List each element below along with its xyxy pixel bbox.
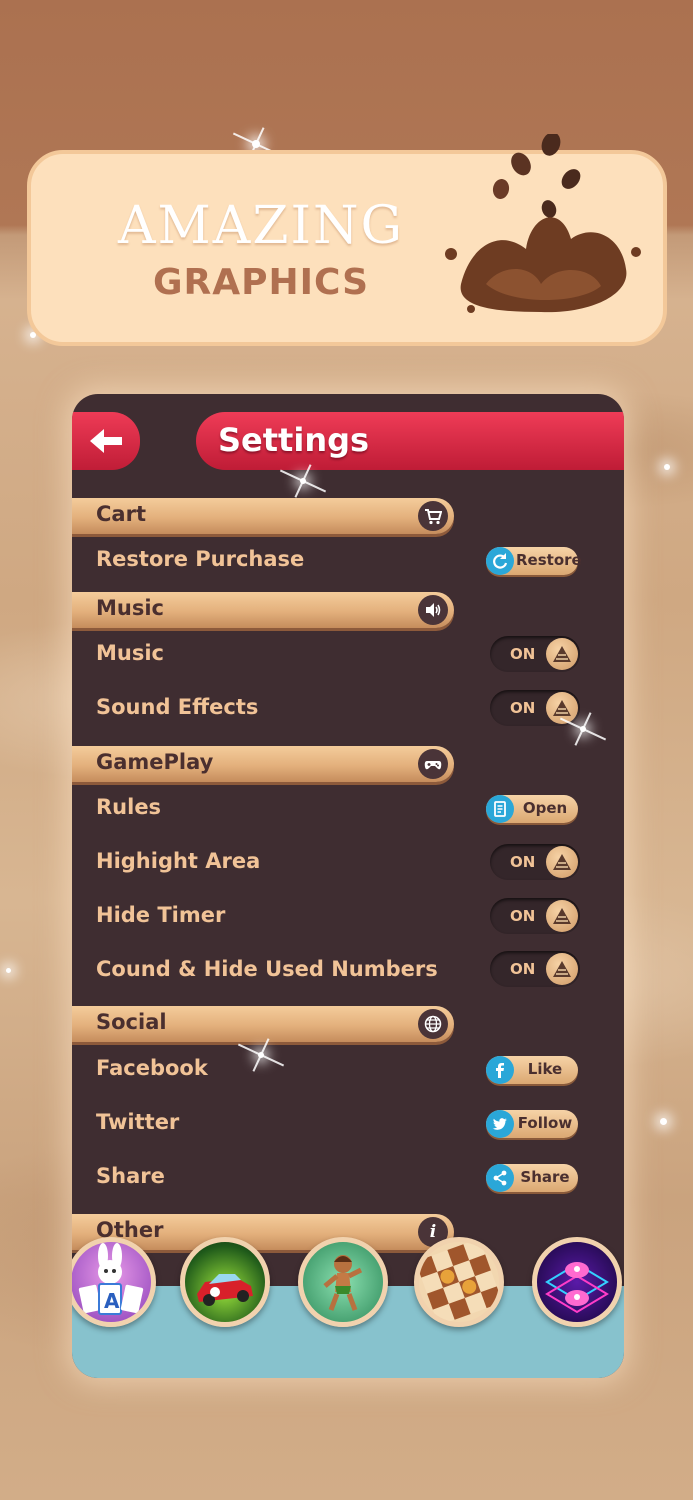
toggle-knob <box>546 900 578 932</box>
toggle-state: ON <box>510 645 536 663</box>
toggle-state: ON <box>510 853 536 871</box>
section-music: Music <box>72 592 454 628</box>
hide-used-numbers-label: Cound & Hide Used Numbers <box>96 957 438 981</box>
gamepad-icon <box>418 749 448 779</box>
checker-board-icon <box>419 1242 499 1322</box>
banner-subtitle: GRAPHICS <box>152 262 370 303</box>
restore-button[interactable]: Restore <box>486 547 582 575</box>
refresh-icon <box>486 547 514 575</box>
sound-effects-label: Sound Effects <box>96 695 259 719</box>
share-label: Share <box>96 1164 165 1188</box>
banner-title: AMAZING <box>117 196 405 256</box>
hide-timer-toggle[interactable]: ON <box>490 898 580 934</box>
section-label: Music <box>96 596 164 620</box>
facebook-label: Facebook <box>96 1056 208 1080</box>
svg-text:A: A <box>104 1289 120 1313</box>
sparkle <box>6 968 11 973</box>
hide-timer-label: Hide Timer <box>96 903 226 927</box>
arrow-left-icon <box>90 429 122 453</box>
restore-purchase-label: Restore Purchase <box>96 547 305 571</box>
sparkle <box>580 726 586 732</box>
like-button-label: Like <box>527 1060 563 1078</box>
games-carousel: A <box>72 1234 624 1334</box>
highlight-area-label: Highight Area <box>96 849 261 873</box>
music-toggle[interactable]: ON <box>490 636 580 672</box>
sparkle <box>660 1118 667 1125</box>
title-bar: Settings <box>196 412 624 470</box>
twitter-label: Twitter <box>96 1110 180 1134</box>
facebook-icon <box>486 1056 514 1084</box>
hide-used-numbers-toggle[interactable]: ON <box>490 951 580 987</box>
section-cart: Cart <box>72 498 454 534</box>
restore-button-label: Restore <box>516 551 582 569</box>
twitter-icon <box>486 1110 514 1138</box>
race-car-icon <box>197 1274 253 1306</box>
section-gameplay: GamePlay <box>72 746 454 782</box>
section-social: Social <box>72 1006 454 1042</box>
bunny-cards-icon: A <box>78 1243 144 1315</box>
sparkle <box>300 478 306 484</box>
toggle-knob <box>546 846 578 878</box>
jungle-boy-icon <box>323 1255 363 1311</box>
monster-icon <box>545 1262 609 1314</box>
document-icon <box>486 795 514 823</box>
game-race-car[interactable] <box>180 1237 270 1327</box>
sparkle <box>252 140 260 148</box>
section-label: GamePlay <box>96 750 214 774</box>
sparkle <box>258 1052 264 1058</box>
promo-banner: AMAZING GRAPHICS <box>27 134 667 346</box>
settings-panel: Settings Cart Restore Purchase Restore M… <box>72 394 624 1378</box>
toggle-knob <box>546 953 578 985</box>
toggle-state: ON <box>510 699 536 717</box>
music-label: Music <box>96 641 164 665</box>
share-button[interactable]: Share <box>486 1164 578 1192</box>
rules-label: Rules <box>96 795 162 819</box>
facebook-like-button[interactable]: Like <box>486 1056 578 1084</box>
twitter-follow-button[interactable]: Follow <box>486 1110 578 1138</box>
chocolate-splash-icon <box>445 134 641 313</box>
section-label: Social <box>96 1010 167 1034</box>
back-button[interactable] <box>72 412 140 470</box>
open-button-label: Open <box>522 799 568 817</box>
page-title: Settings <box>218 421 370 459</box>
share-icon <box>486 1164 514 1192</box>
toggle-state: ON <box>510 907 536 925</box>
game-checkers[interactable] <box>414 1237 504 1327</box>
game-jungle-runner[interactable] <box>298 1237 388 1327</box>
follow-button-label: Follow <box>517 1114 573 1132</box>
globe-icon <box>418 1009 448 1039</box>
game-bunny-solitaire[interactable]: A <box>72 1237 156 1327</box>
toggle-knob <box>546 638 578 670</box>
cart-icon <box>418 501 448 531</box>
toggle-state: ON <box>510 960 536 978</box>
section-label: Cart <box>96 502 146 526</box>
sparkle <box>664 464 670 470</box>
highlight-area-toggle[interactable]: ON <box>490 844 580 880</box>
game-space-monsters[interactable] <box>532 1237 622 1327</box>
speaker-icon <box>418 595 448 625</box>
share-button-label: Share <box>520 1168 570 1186</box>
open-rules-button[interactable]: Open <box>486 795 578 823</box>
